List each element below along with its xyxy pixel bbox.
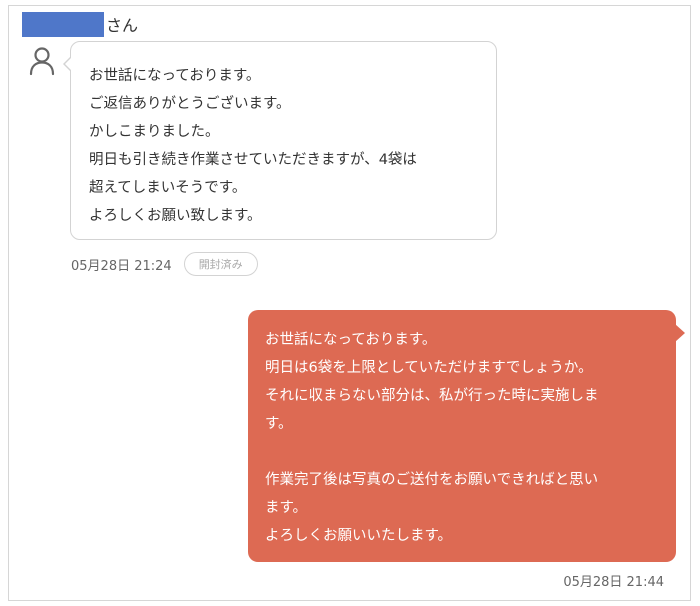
person-icon — [28, 46, 56, 76]
outgoing-timestamp: 05月28日 21:44 — [563, 575, 664, 590]
outgoing-message-text: お世話になっております。 明日は6袋を上限としていただけますでしょうか。 それに… — [265, 332, 599, 544]
outgoing-message-bubble: お世話になっております。 明日は6袋を上限としていただけますでしょうか。 それに… — [248, 310, 685, 562]
sender-header: さん — [22, 10, 138, 38]
incoming-message-meta: 05月28日 21:24 開封済み — [71, 252, 258, 276]
incoming-message-text: お世話になっております。 ご返信ありがとうございます。 かしこまりました。 明日… — [89, 68, 417, 224]
incoming-timestamp: 05月28日 21:24 — [71, 258, 172, 274]
sender-suffix: さん — [106, 16, 139, 35]
incoming-message-bubble: お世話になっております。 ご返信ありがとうございます。 かしこまりました。 明日… — [63, 41, 497, 240]
outgoing-message-meta: 05月28日 21:44 — [563, 571, 664, 590]
redacted-sender-name — [22, 11, 104, 37]
read-status-badge: 開封済み — [183, 252, 258, 276]
